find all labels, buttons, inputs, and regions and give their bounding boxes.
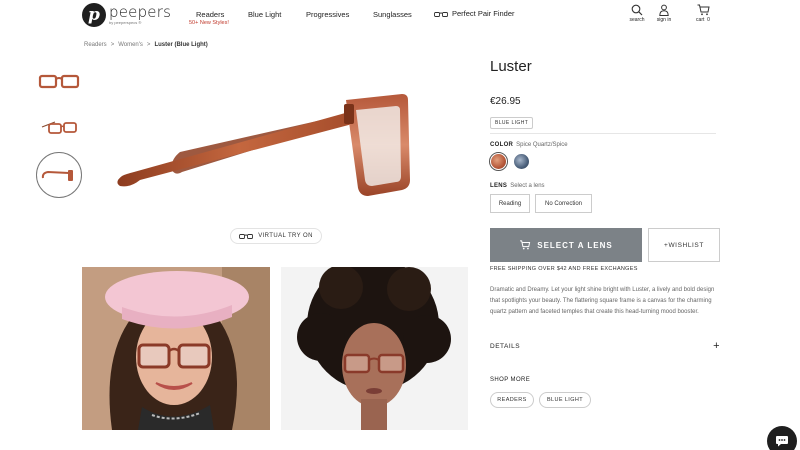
user-icon [659, 4, 669, 16]
details-accordion[interactable]: DETAILS + [490, 340, 720, 352]
breadcrumb: Readers > Women's > Luster (Blue Light) [84, 42, 208, 48]
cart-count: 0 [707, 17, 710, 23]
divider [490, 133, 716, 134]
thumbnail-side[interactable] [36, 152, 82, 198]
search-button[interactable]: search [622, 4, 652, 23]
select-lens-label: SELECT A LENS [537, 240, 613, 250]
color-label: COLOR [490, 142, 514, 148]
lens-label: LENS [490, 183, 508, 189]
lens-value: Select a lens [510, 183, 545, 189]
logo-mark: p [82, 3, 106, 27]
thumbnail-front[interactable] [36, 58, 82, 104]
details-label: DETAILS [490, 343, 521, 350]
virtual-try-on-button[interactable]: VIRTUAL TRY ON [230, 228, 322, 244]
cart-icon [520, 240, 531, 250]
model-photo-beret [82, 267, 270, 430]
sign-in-button[interactable]: sign in [649, 4, 679, 23]
logo-tagline: by peeperspecs ® [109, 20, 142, 25]
model-photo-curly-hair [281, 267, 468, 430]
nav-readers-sub[interactable]: 50+ New Styles! [189, 20, 229, 26]
search-icon [631, 4, 643, 16]
nav-progressives[interactable]: Progressives [306, 10, 349, 19]
nav-perfect-pair-finder-label: Perfect Pair Finder [452, 9, 515, 18]
color-swatch-spice[interactable] [489, 152, 508, 171]
shop-more-label: SHOP MORE [490, 377, 531, 383]
plus-icon: + [713, 340, 720, 352]
nav-perfect-pair-finder[interactable]: Perfect Pair Finder [434, 9, 515, 18]
shop-more-blue-light[interactable]: BLUE LIGHT [539, 392, 591, 408]
product-tag-blue-light: BLUE LIGHT [490, 117, 534, 129]
color-swatch-spice-fill [491, 154, 506, 169]
product-description: Dramatic and Dreamy. Let your light shin… [490, 287, 715, 315]
nav-sunglasses[interactable]: Sunglasses [373, 10, 412, 19]
cart-label: cart [696, 17, 705, 23]
wishlist-button[interactable]: +WISHLIST [648, 228, 720, 262]
virtual-try-on-label: VIRTUAL TRY ON [258, 233, 313, 239]
glasses-side-thumbnail [41, 170, 73, 181]
color-value: Spice Quartz/Spice [516, 142, 568, 148]
shop-more-readers[interactable]: READERS [490, 392, 534, 408]
lens-option-reading[interactable]: Reading [490, 194, 530, 213]
nav-blue-light[interactable]: Blue Light [248, 10, 281, 19]
glasses-angle-thumbnail [41, 121, 77, 134]
sign-in-label: sign in [656, 17, 672, 23]
color-swatch-blue-fill [514, 154, 529, 169]
chat-button[interactable] [767, 426, 797, 450]
color-swatch-blue[interactable] [512, 152, 531, 171]
search-label: search [629, 17, 645, 23]
logo-name: peepers [109, 3, 172, 21]
lens-label-row: LENS Select a lens [490, 183, 545, 189]
chat-icon [776, 436, 788, 447]
shipping-note: FREE SHIPPING OVER $42 AND FREE EXCHANGE… [490, 266, 638, 272]
site-header: p peepers by peeperspecs ® Readers 50+ N… [0, 0, 800, 32]
select-lens-button[interactable]: SELECT A LENS [490, 228, 642, 262]
color-label-row: COLOR Spice Quartz/Spice [490, 142, 568, 148]
breadcrumb-current: Luster (Blue Light) [154, 42, 208, 48]
glasses-icon [434, 11, 448, 17]
product-title: Luster [490, 58, 532, 75]
glasses-front-thumbnail [38, 74, 80, 89]
glasses-icon [239, 233, 254, 239]
cart-icon [697, 4, 710, 16]
breadcrumb-readers[interactable]: Readers [84, 42, 107, 48]
nav-readers[interactable]: Readers [196, 10, 224, 19]
product-price: €26.95 [490, 96, 521, 107]
product-main-image [110, 80, 420, 200]
glasses-side-view [117, 94, 410, 196]
logo[interactable]: p peepers by peeperspecs ® [82, 3, 171, 27]
cart-button[interactable]: cart 0 [688, 4, 718, 23]
breadcrumb-womens[interactable]: Women's [118, 42, 143, 48]
lens-option-no-correction[interactable]: No Correction [535, 194, 592, 213]
thumbnail-angle[interactable] [36, 104, 82, 150]
